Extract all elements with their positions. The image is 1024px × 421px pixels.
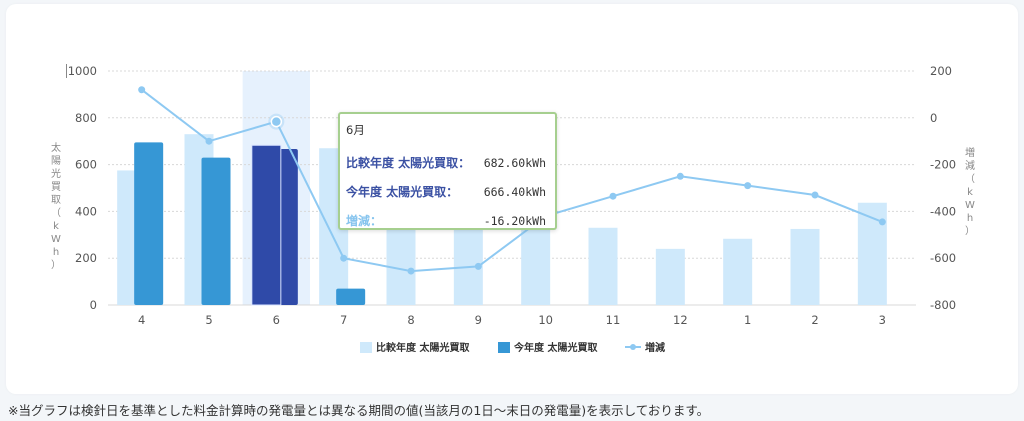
y-right-axis-title-char: ） <box>965 225 975 237</box>
legend-swatch-compare <box>360 342 372 353</box>
y-right-axis-title-char: 増 <box>965 146 975 159</box>
y-left-axis-title-char: 陽 <box>51 155 61 167</box>
y-right-axis-title-char: （ <box>965 173 975 185</box>
tooltip-label-compare: 比較年度 太陽光買取： <box>346 156 471 170</box>
line-point <box>205 137 213 145</box>
tooltip-row-current: 今年度 太陽光買取： 666.40kWh <box>346 177 546 206</box>
y-left-tick-label: 800 <box>75 111 97 125</box>
y-left-axis-title-char: 太 <box>51 141 61 154</box>
y-left-tick-label: 600 <box>75 158 97 172</box>
y-left-axis-title-char: k <box>53 221 59 232</box>
bar-current <box>336 288 366 305</box>
x-tick-label: 1 <box>744 313 751 327</box>
bar-compare <box>655 248 685 305</box>
y-right-tick-label: -800 <box>930 298 956 312</box>
tooltip-value-compare: 682.60kWh <box>483 155 546 170</box>
line-point <box>340 254 348 262</box>
y-left-axis-title-char: W <box>51 234 61 245</box>
y-left-axis-title-char: ） <box>51 259 61 271</box>
y-left-axis-title-char: 買 <box>51 181 61 193</box>
legend-swatch-current <box>498 342 510 353</box>
line-point <box>474 262 482 270</box>
tooltip-row-compare: 比較年度 太陽光買取： 682.60kWh <box>346 148 546 177</box>
bar-current <box>134 142 164 305</box>
y-left-axis-title-char: h <box>53 247 59 258</box>
x-tick-label: 9 <box>475 313 482 327</box>
line-point <box>407 267 415 275</box>
x-tick-label: 4 <box>138 313 145 327</box>
legend-label-line: 増減 <box>645 341 665 354</box>
line-point <box>138 86 146 94</box>
y-left-tick-label: 0 <box>90 298 97 312</box>
tooltip-title: 6月 <box>346 123 365 137</box>
bar-current <box>201 157 231 305</box>
y-right-tick-label: -400 <box>930 204 956 218</box>
x-tick-label: 2 <box>811 313 818 327</box>
line-point <box>811 191 819 199</box>
line-point <box>609 192 617 200</box>
legend-label-compare: 比較年度 太陽光買取 <box>376 341 470 354</box>
chart-footnote: ※当グラフは検針日を基準とした料金計算時の発電量とは異なる期間の値(当該月の1日… <box>8 403 710 418</box>
line-point <box>676 172 684 180</box>
bar-compare <box>723 238 753 305</box>
tooltip-row-diff: 増減： -16.20kWh <box>346 206 546 235</box>
x-tick-label: 7 <box>340 313 347 327</box>
y-left-tick-label: 400 <box>75 204 97 218</box>
y-right-axis-title-char: h <box>967 213 973 224</box>
tooltip-label-current: 今年度 太陽光買取： <box>346 185 459 199</box>
x-tick-label: 3 <box>879 313 886 327</box>
y-left-axis-title-char: （ <box>51 207 61 219</box>
legend-label-current: 今年度 太陽光買取 <box>513 341 598 354</box>
line-point <box>744 182 752 190</box>
bar-compare <box>588 227 618 305</box>
x-tick-label: 11 <box>606 313 621 327</box>
y-left-axis-title-char: 光 <box>51 167 61 180</box>
bar-compare-highlight <box>251 144 282 306</box>
x-tick-label: 6 <box>273 313 280 327</box>
chart-tooltip: 6月 比較年度 太陽光買取： 682.60kWh 今年度 太陽光買取： 666.… <box>338 112 557 230</box>
y-right-tick-label: 200 <box>930 64 952 78</box>
bar-compare <box>790 228 820 305</box>
y-right-tick-label: -200 <box>930 158 956 172</box>
x-tick-label: 10 <box>538 313 553 327</box>
y-right-axis-title-char: W <box>965 200 975 211</box>
y-right-tick-label: 0 <box>930 111 937 125</box>
tooltip-value-current: 666.40kWh <box>483 184 546 199</box>
legend-swatch-line-dot <box>630 344 636 350</box>
x-tick-label: 12 <box>673 313 688 327</box>
line-point <box>878 218 886 226</box>
y-left-axis-title-char: 取 <box>51 194 61 206</box>
y-right-axis-title-char: 減 <box>965 159 975 172</box>
x-tick-label: 8 <box>407 313 414 327</box>
tooltip-label-diff: 増減： <box>346 214 383 228</box>
y-left-tick-label: 200 <box>75 251 97 265</box>
y-left-tick-label: 1000 <box>68 64 97 78</box>
line-point <box>270 115 283 128</box>
y-right-tick-label: -600 <box>930 251 956 265</box>
x-tick-label: 5 <box>205 313 212 327</box>
tooltip-value-diff: -16.20kWh <box>483 213 546 228</box>
y-right-axis-title-char: k <box>967 187 973 198</box>
